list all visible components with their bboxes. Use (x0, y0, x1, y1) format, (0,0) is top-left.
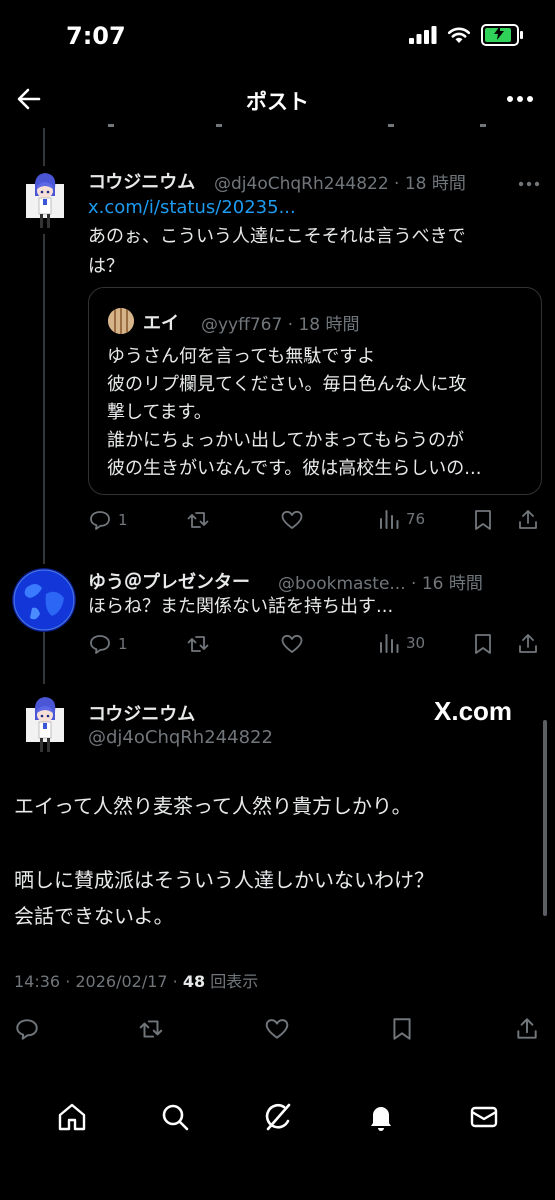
post-actions: 1 76 (88, 508, 548, 534)
like-button[interactable] (264, 1016, 290, 1042)
avatar[interactable] (26, 694, 64, 756)
quoted-post[interactable]: エイ @yyff767 · 18 時間 ゆうさん何を言っても無駄ですよ 彼のリプ… (88, 287, 542, 495)
quote-text-line: 彼の生きがいなんです。彼は高校生らしいの... (107, 458, 482, 479)
reply-count: 1 (118, 635, 128, 653)
views-button[interactable]: 30 (378, 632, 425, 654)
cellular-signal-icon (409, 26, 437, 44)
reply-button[interactable]: 1 (88, 508, 128, 532)
more-options-button[interactable] (503, 82, 537, 116)
search-icon (162, 1104, 188, 1131)
post-text-line: 晒しに賛成派はそういう人達しかいないわけ？ (14, 868, 434, 892)
author-name[interactable]: コウジニウム (88, 700, 195, 726)
heart-icon (265, 1019, 289, 1039)
wifi-icon (447, 27, 471, 43)
bottom-tab-bar (0, 1085, 555, 1149)
bookmark-button[interactable] (390, 1016, 414, 1042)
quote-author-meta: @yyff767 · 18 時間 (201, 315, 360, 335)
share-icon (519, 510, 537, 529)
share-button[interactable] (516, 632, 540, 656)
reply-button[interactable]: 1 (88, 632, 128, 656)
bookmark-button[interactable] (472, 508, 494, 532)
post-text-line: あのぉ、こういう人達にこそそれは言うべきで (88, 226, 466, 247)
previous-post-actions-partial (88, 124, 508, 130)
avatar[interactable] (12, 568, 76, 632)
timestamp-text: 14:36 · 2026/02/17 · (14, 972, 183, 991)
post-timestamp: 14:36 · 2026/02/17 · 48 回表示 (14, 968, 258, 992)
reply-count: 1 (118, 511, 128, 529)
bell-icon (370, 1107, 391, 1131)
author-name[interactable]: ゆう＠プレゼンター (88, 568, 250, 594)
more-horizontal-icon (507, 96, 533, 102)
status-icons (409, 24, 523, 46)
heart-icon (281, 510, 303, 529)
quote-avatar (108, 308, 134, 334)
grok-icon (265, 1103, 290, 1131)
quote-text-line: 撃してます。 (107, 402, 212, 423)
author-handle[interactable]: @dj4oChqRh244822 (88, 727, 273, 748)
share-button[interactable] (514, 1016, 540, 1042)
like-button[interactable] (280, 632, 304, 656)
bookmark-button[interactable] (472, 632, 494, 656)
bookmark-icon (393, 1018, 411, 1040)
share-icon (517, 1018, 537, 1039)
reply-icon (16, 1019, 38, 1040)
reply-icon (90, 511, 110, 530)
retweet-button[interactable] (138, 1016, 164, 1042)
tab-search[interactable] (155, 1097, 195, 1137)
more-horizontal-icon (518, 181, 540, 187)
main-post-actions (14, 1016, 544, 1044)
anime-character-avatar (26, 173, 64, 228)
wood-avatar-icon (108, 308, 134, 334)
battery-icon (481, 24, 523, 46)
post-text-line: 会話できないよ。 (14, 904, 174, 928)
heart-icon (281, 634, 303, 653)
retweet-icon (139, 1020, 163, 1038)
scrollbar[interactable] (543, 720, 547, 916)
mail-icon (470, 1106, 497, 1128)
tab-home[interactable] (52, 1097, 92, 1137)
post-actions: 1 30 (88, 632, 548, 658)
share-icon (519, 634, 537, 653)
views-icon (380, 510, 399, 529)
tab-notifications[interactable] (361, 1097, 401, 1137)
bookmark-icon (475, 510, 491, 530)
quote-author-name: エイ (143, 313, 179, 334)
views-count: 48 (182, 972, 206, 991)
main-post: コウジニウム @dj4oChqRh244822 X.com エイって人然り麦茶っ… (0, 688, 555, 1068)
x-watermark: X.com (434, 696, 513, 726)
retweet-icon (187, 636, 209, 652)
post-options-button[interactable] (518, 172, 540, 191)
views-label: 回表示 (205, 972, 259, 991)
status-time: 7:07 (66, 22, 126, 50)
reply-button[interactable] (14, 1016, 40, 1042)
home-icon (58, 1103, 85, 1131)
views-count: 30 (406, 634, 426, 652)
retweet-icon (187, 512, 209, 528)
views-button[interactable]: 76 (378, 508, 425, 530)
retweet-button[interactable] (186, 632, 210, 656)
reply-icon (90, 635, 110, 654)
author-meta[interactable]: @dj4oChqRh244822 · 18 時間 (214, 169, 466, 194)
quote-text-line: 彼のリプ欄見てください。毎日色んな人に攻 (107, 374, 467, 395)
post-text-line: ほらね？また関係ない話を持ち出す... (88, 596, 394, 617)
page-title: ポスト (246, 90, 309, 114)
anime-character-avatar (26, 697, 64, 752)
post-link[interactable]: x.com/i/status/20235... (88, 197, 296, 218)
tab-grok[interactable] (258, 1097, 298, 1137)
quote-text-line: ゆうさん何を言っても無駄ですよ (107, 346, 376, 367)
avatar[interactable] (26, 170, 64, 232)
retweet-button[interactable] (186, 508, 210, 532)
author-meta[interactable]: @bookmaste... · 16 時間 (278, 569, 483, 594)
share-button[interactable] (516, 508, 540, 532)
post-text-line: エイって人然り麦茶って人然り貴方しかり。 (14, 794, 412, 818)
post-text-line: は？ (88, 256, 124, 277)
bookmark-icon (475, 634, 491, 654)
earth-avatar-icon (12, 568, 76, 632)
author-name[interactable]: コウジニウム (88, 168, 195, 194)
tab-messages[interactable] (464, 1097, 504, 1137)
views-count: 76 (406, 510, 426, 528)
quote-text-line: 誰かにちょっかい出してかまってもらうのが (107, 430, 464, 451)
like-button[interactable] (280, 508, 304, 532)
views-icon (380, 634, 399, 653)
